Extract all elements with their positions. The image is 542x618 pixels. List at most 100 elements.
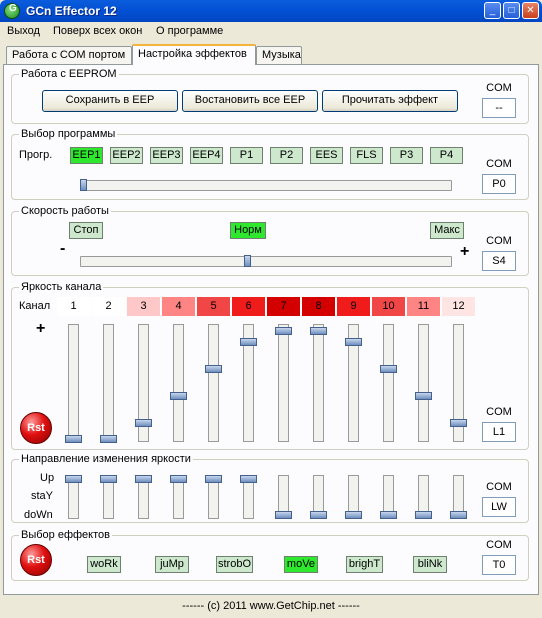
program-button-p1[interactable]: P1 <box>230 147 263 164</box>
tab-com-port[interactable]: Работа с COM портом <box>6 46 132 65</box>
speed-max-button[interactable]: Макс <box>430 222 464 239</box>
speed-minus: - <box>60 240 66 257</box>
channel-header-4: 4 <box>162 297 196 316</box>
direction-com-value: LW <box>482 497 516 517</box>
minimize-button[interactable]: _ <box>484 2 501 19</box>
program-button-eep1[interactable]: EEP1 <box>70 147 103 164</box>
read-effect-button[interactable]: Прочитать эффект <box>322 90 458 112</box>
brightness-slider-track-5[interactable] <box>208 324 219 442</box>
brightness-slider-track-1[interactable] <box>68 324 79 442</box>
effects-reset-button[interactable]: Rst <box>20 544 52 576</box>
direction-group-title: Направление изменения яркости <box>19 453 193 465</box>
program-button-eep3[interactable]: EEP3 <box>150 147 183 164</box>
brightness-slider-thumb-9[interactable] <box>345 337 362 346</box>
brightness-slider-track-11[interactable] <box>418 324 429 442</box>
channel-header-7: 7 <box>267 297 301 316</box>
speed-slider-thumb[interactable] <box>244 255 252 267</box>
direction-slider-thumb-1[interactable] <box>65 475 82 483</box>
brightness-reset-button[interactable]: Rst <box>20 412 52 444</box>
channel-label: Канал <box>19 300 51 312</box>
speed-com-label: COM <box>486 235 512 247</box>
speed-stop-button[interactable]: Стоп <box>69 222 103 239</box>
direction-up-label: Up <box>40 472 55 484</box>
brightness-slider-thumb-8[interactable] <box>310 327 327 335</box>
program-button-p4[interactable]: P4 <box>430 147 463 164</box>
channel-header-3: 3 <box>127 297 161 316</box>
direction-slider-thumb-12[interactable] <box>450 511 467 519</box>
effects-com-label: COM <box>486 539 512 551</box>
brightness-slider-thumb-10[interactable] <box>380 364 397 373</box>
program-com-value: P0 <box>482 174 516 194</box>
direction-slider-thumb-6[interactable] <box>240 475 257 483</box>
program-group-title: Выбор программы <box>19 128 118 140</box>
direction-slider-thumb-11[interactable] <box>415 511 432 519</box>
menu-always-on-top[interactable]: Поверх всех окон <box>53 25 142 37</box>
program-button-fls[interactable]: FLS <box>350 147 383 164</box>
brightness-slider-track-2[interactable] <box>103 324 114 442</box>
menu-bar: Выход Поверх всех окон О программе <box>0 22 542 40</box>
effect-button-move[interactable]: moVe <box>284 556 318 573</box>
brightness-slider-track-8[interactable] <box>313 324 324 442</box>
speed-plus: + <box>460 243 470 260</box>
maximize-button[interactable]: □ <box>503 2 520 19</box>
program-button-eep4[interactable]: EEP4 <box>190 147 223 164</box>
brightness-slider-thumb-3[interactable] <box>135 418 152 427</box>
brightness-slider-thumb-5[interactable] <box>205 364 222 373</box>
brightness-slider-thumb-6[interactable] <box>240 337 257 346</box>
brightness-slider-track-10[interactable] <box>383 324 394 442</box>
speed-norm-button[interactable]: Норм <box>230 222 266 239</box>
channel-header-11: 11 <box>407 297 441 316</box>
save-eep-button[interactable]: Сохранить в EEP <box>42 90 178 112</box>
effect-button-jump[interactable]: juMp <box>155 556 189 573</box>
title-bar: G GCn Effector 12 _ □ ✕ <box>0 0 542 22</box>
brightness-group-title: Яркость канала <box>19 281 104 293</box>
program-button-p3[interactable]: P3 <box>390 147 423 164</box>
program-slider-thumb[interactable] <box>80 179 87 191</box>
effect-button-work[interactable]: woRk <box>87 556 121 573</box>
program-slider-track[interactable] <box>80 180 452 191</box>
channel-header-2: 2 <box>92 297 126 316</box>
direction-slider-thumb-10[interactable] <box>380 511 397 519</box>
program-button-ees[interactable]: EES <box>310 147 343 164</box>
channel-header-9: 9 <box>337 297 371 316</box>
direction-slider-thumb-9[interactable] <box>345 511 362 519</box>
brightness-slider-track-7[interactable] <box>278 324 289 442</box>
restore-all-eep-button[interactable]: Востановить все EEP <box>182 90 318 112</box>
brightness-slider-thumb-11[interactable] <box>415 391 432 400</box>
brightness-plus: + <box>36 320 46 337</box>
program-button-eep2[interactable]: EEP2 <box>110 147 143 164</box>
program-com-label: COM <box>486 158 512 170</box>
app-icon: G <box>4 3 20 19</box>
program-button-p2[interactable]: P2 <box>270 147 303 164</box>
direction-slider-thumb-2[interactable] <box>100 475 117 483</box>
window-title: GCn Effector 12 <box>26 4 117 18</box>
direction-slider-thumb-8[interactable] <box>310 511 327 519</box>
brightness-com-value: L1 <box>482 422 516 442</box>
effect-button-strobo[interactable]: strobO <box>216 556 253 573</box>
speed-slider-track[interactable] <box>80 256 452 267</box>
effect-button-blink[interactable]: bliNk <box>413 556 447 573</box>
brightness-slider-thumb-1[interactable] <box>65 435 82 443</box>
brightness-slider-thumb-4[interactable] <box>170 391 187 400</box>
tab-music[interactable]: Музыка <box>256 46 302 65</box>
tab-effects-settings[interactable]: Настройка эффектов <box>132 44 256 65</box>
channel-header-6: 6 <box>232 297 266 316</box>
direction-slider-thumb-4[interactable] <box>170 475 187 483</box>
menu-exit[interactable]: Выход <box>7 25 40 37</box>
close-button[interactable]: ✕ <box>522 2 539 19</box>
direction-slider-thumb-5[interactable] <box>205 475 222 483</box>
eeprom-com-label: COM <box>486 82 512 94</box>
program-label: Прогр. <box>19 149 53 161</box>
effect-button-bright[interactable]: brighT <box>346 556 383 573</box>
menu-about[interactable]: О программе <box>156 25 223 37</box>
brightness-slider-thumb-12[interactable] <box>450 418 467 427</box>
direction-com-label: COM <box>486 481 512 493</box>
brightness-com-label: COM <box>486 406 512 418</box>
brightness-slider-thumb-7[interactable] <box>275 327 292 335</box>
effects-com-value: T0 <box>482 555 516 575</box>
direction-down-label: doWn <box>24 509 53 521</box>
brightness-slider-track-4[interactable] <box>173 324 184 442</box>
brightness-slider-thumb-2[interactable] <box>100 435 117 443</box>
direction-slider-thumb-7[interactable] <box>275 511 292 519</box>
direction-slider-thumb-3[interactable] <box>135 475 152 483</box>
